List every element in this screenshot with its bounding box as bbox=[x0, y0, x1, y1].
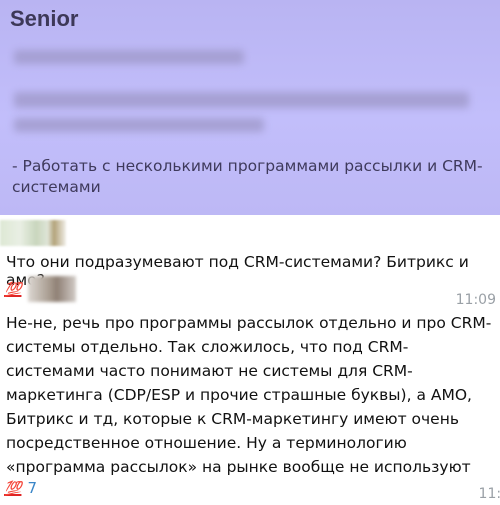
blurred-avatar bbox=[0, 220, 66, 246]
slide-title: Senior bbox=[10, 6, 79, 31]
blurred-text bbox=[14, 118, 264, 132]
hundred-emoji-icon: 💯 bbox=[4, 282, 22, 298]
sender-avatar[interactable] bbox=[28, 276, 76, 302]
message-time: 11:1 bbox=[478, 486, 500, 502]
reply-preview[interactable] bbox=[0, 220, 500, 250]
message-text: Что они подразумевают под CRM-системами?… bbox=[6, 253, 469, 289]
blurred-text bbox=[14, 92, 469, 108]
reaction-badge[interactable]: 💯 7 bbox=[4, 479, 37, 497]
message-time: 11:09 bbox=[455, 292, 496, 308]
blurred-text bbox=[14, 50, 244, 64]
reaction[interactable]: 💯 bbox=[4, 281, 21, 298]
message-text: Не-не, речь про программы рассылок отдел… bbox=[6, 314, 492, 476]
slide-bullet-text: - Работать с несколькими программами рас… bbox=[12, 157, 483, 196]
hundred-emoji-icon: 💯 bbox=[4, 481, 22, 497]
presentation-slide-image: Senior - Работать с несколькими программ… bbox=[0, 0, 500, 215]
reaction-count: 7 bbox=[27, 479, 37, 497]
